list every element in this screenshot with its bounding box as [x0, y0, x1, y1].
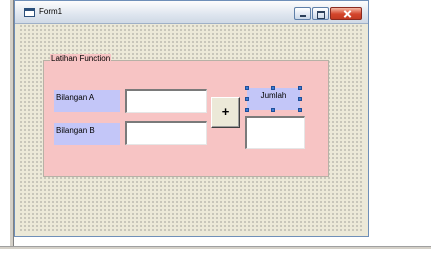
form-window[interactable]: Form1 Latihan Function Bilangan A Bilang…: [14, 0, 369, 237]
selection-handle-top-left[interactable]: [245, 86, 249, 90]
design-grid[interactable]: Latihan Function Bilangan A Bilangan B +…: [19, 24, 364, 232]
close-button[interactable]: [330, 7, 362, 20]
ide-bottom-panel: [0, 246, 431, 260]
selection-handle-top-right[interactable]: [298, 86, 302, 90]
frame-caption: Latihan Function: [50, 54, 112, 63]
jumlah-label[interactable]: Jumlah: [247, 88, 300, 110]
bilangan-b-input[interactable]: [125, 121, 207, 145]
selection-handle-left[interactable]: [245, 97, 249, 101]
bilangan-b-label[interactable]: Bilangan B: [54, 123, 120, 145]
latihan-function-frame[interactable]: Latihan Function Bilangan A Bilangan B +…: [43, 54, 329, 177]
bilangan-a-input[interactable]: [125, 89, 207, 113]
ide-left-panel: [0, 0, 14, 260]
selection-handle-bottom[interactable]: [271, 108, 275, 112]
selection-handle-bottom-right[interactable]: [298, 108, 302, 112]
plus-button[interactable]: +: [211, 97, 240, 128]
maximize-button[interactable]: [312, 7, 329, 20]
jumlah-output[interactable]: [245, 116, 305, 149]
selection-handle-top[interactable]: [271, 86, 275, 90]
selection-handle-bottom-left[interactable]: [245, 108, 249, 112]
window-title: Form1: [39, 7, 63, 16]
bilangan-a-label[interactable]: Bilangan A: [54, 90, 120, 112]
ide-bottom-splitter[interactable]: [0, 246, 431, 249]
title-bar[interactable]: Form1: [15, 1, 368, 24]
form-icon: [24, 8, 35, 17]
selection-handle-right[interactable]: [298, 97, 302, 101]
minimize-button[interactable]: [294, 7, 311, 20]
